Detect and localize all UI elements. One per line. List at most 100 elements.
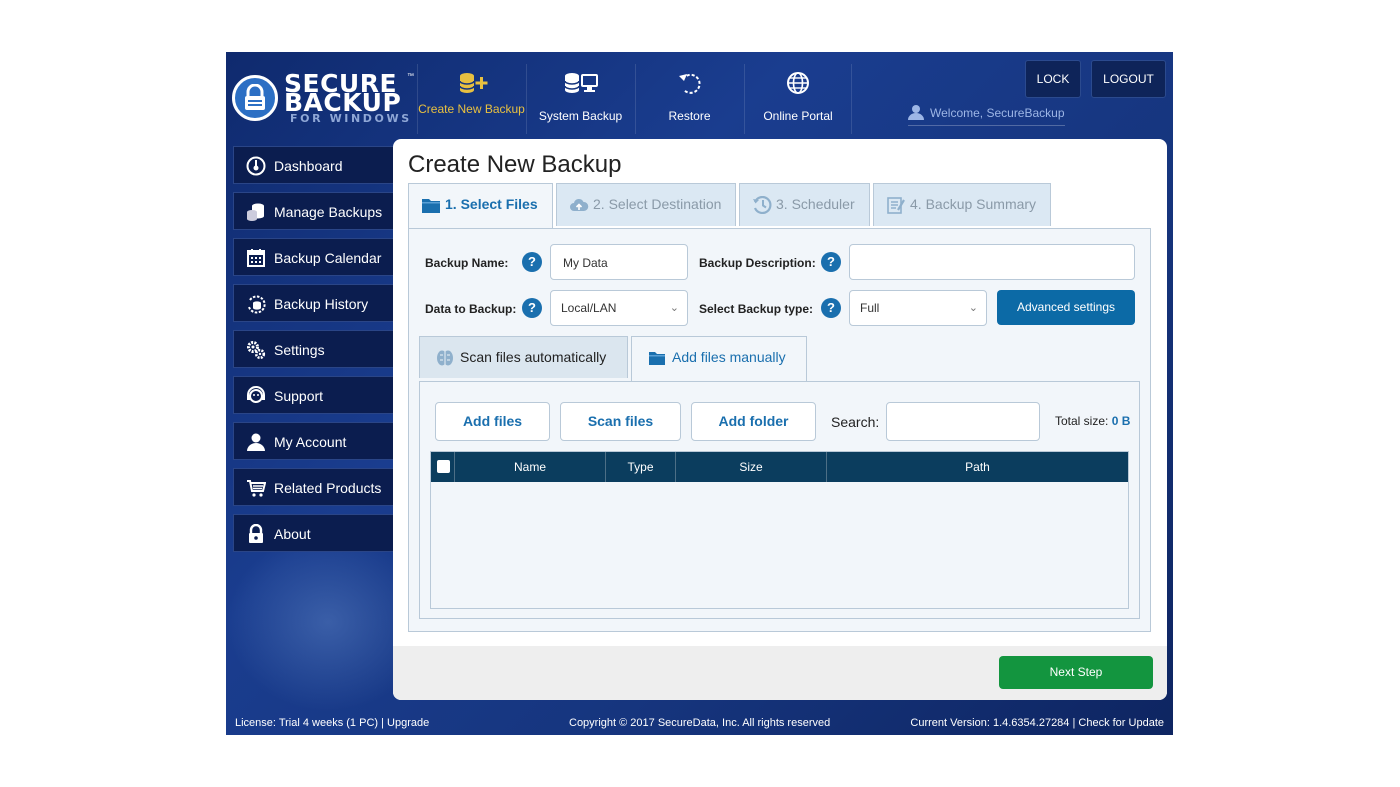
restore-icon: [678, 73, 701, 94]
cloud-icon: [570, 198, 589, 211]
nav-create-new-backup[interactable]: Create New Backup: [417, 64, 525, 134]
sidebar-item-dashboard[interactable]: Dashboard: [233, 146, 393, 184]
status-bar: License: Trial 4 weeks (1 PC) | Upgrade …: [226, 712, 1173, 735]
logo-text-backup: BACKUP: [284, 88, 402, 117]
backup-description-label: Backup Description:: [699, 256, 816, 270]
create-backup-icon: [458, 73, 487, 93]
lock-icon: [249, 524, 263, 543]
sidebar-item-label: Manage Backups: [274, 204, 383, 220]
sidebar-item-about[interactable]: About: [233, 514, 393, 552]
table-header: Name Type Size Path: [431, 452, 1128, 482]
welcome-text: Welcome, SecureBackup: [930, 106, 1065, 120]
sidebar-item-label: Support: [274, 388, 324, 404]
gears-icon: [247, 341, 266, 360]
sidebar-item-label: My Account: [274, 434, 347, 450]
search-input[interactable]: [886, 402, 1040, 441]
nav-restore[interactable]: Restore: [635, 64, 743, 134]
data-to-backup-help-icon[interactable]: ?: [522, 298, 542, 318]
nav-system-backup[interactable]: System Backup: [526, 64, 634, 134]
tab-label: Add files manually: [672, 349, 786, 365]
copyright-text: Copyright © 2017 SecureData, Inc. All ri…: [569, 717, 831, 729]
nav-label: Restore: [668, 109, 711, 123]
cart-icon: [247, 480, 266, 497]
lock-button[interactable]: LOCK: [1025, 60, 1081, 98]
tab-label: 2. Select Destination: [593, 196, 722, 212]
sidebar-item-label: About: [274, 526, 311, 542]
tab-scheduler[interactable]: 3. Scheduler: [739, 183, 870, 226]
main-panel: Create New Backup 1. Select Files 2. Sel…: [393, 139, 1167, 700]
backup-type-help-icon[interactable]: ?: [821, 298, 841, 318]
data-to-backup-label: Data to Backup:: [425, 302, 517, 316]
tab-select-destination[interactable]: 2. Select Destination: [556, 183, 736, 226]
backup-description-input[interactable]: [849, 244, 1135, 280]
sidebar-item-related-products[interactable]: Related Products: [233, 468, 393, 506]
backup-description-help-icon[interactable]: ?: [821, 252, 841, 272]
scan-files-button[interactable]: Scan files: [560, 402, 681, 441]
backup-type-select[interactable]: Full ⌄: [849, 290, 987, 326]
add-folder-button[interactable]: Add folder: [691, 402, 816, 441]
folder-icon: [422, 199, 440, 213]
page-title: Create New Backup: [408, 151, 622, 178]
sidebar-item-my-account[interactable]: My Account: [233, 422, 393, 460]
nav-online-portal[interactable]: Online Portal: [744, 64, 852, 134]
add-files-panel: Add files Scan files Add folder Search: …: [419, 381, 1140, 619]
column-header-name[interactable]: Name: [455, 452, 606, 482]
user-icon: [908, 105, 924, 120]
app-window: SECURE ™ BACKUP FOR WINDOWS Create New B…: [226, 52, 1173, 735]
logo-trademark: ™: [407, 73, 414, 80]
database-icon: [247, 203, 264, 221]
data-to-backup-value: Local/LAN: [561, 301, 617, 315]
chevron-down-icon: ⌄: [968, 302, 978, 314]
column-header-size[interactable]: Size: [676, 452, 827, 482]
sidebar-item-label: Related Products: [274, 480, 382, 496]
backup-name-help-icon[interactable]: ?: [522, 252, 542, 272]
column-header-type[interactable]: Type: [606, 452, 676, 482]
tab-label: Scan files automatically: [460, 349, 607, 365]
search-label: Search:: [831, 414, 880, 430]
select-all-checkbox[interactable]: [437, 460, 450, 473]
sidebar-item-support[interactable]: Support: [233, 376, 393, 414]
tab-backup-summary[interactable]: 4. Backup Summary: [873, 183, 1051, 226]
clock-icon: [753, 196, 772, 214]
version-info[interactable]: Current Version: 1.4.6354.27284 | Check …: [910, 712, 1164, 735]
add-files-button[interactable]: Add files: [435, 402, 550, 441]
history-icon: [248, 295, 266, 314]
tab-scan-files-automatically[interactable]: Scan files automatically: [419, 336, 628, 378]
backup-name-label: Backup Name:: [425, 256, 509, 270]
tab-label: 4. Backup Summary: [910, 196, 1037, 212]
column-header-path[interactable]: Path: [827, 452, 1128, 482]
chevron-down-icon: ⌄: [669, 302, 679, 314]
backup-name-input[interactable]: My Data: [550, 244, 688, 280]
sidebar-item-backup-calendar[interactable]: Backup Calendar: [233, 238, 393, 276]
tab-label: 1. Select Files: [445, 196, 538, 212]
app-logo: SECURE ™ BACKUP FOR WINDOWS: [232, 71, 418, 128]
sidebar-item-settings[interactable]: Settings: [233, 330, 393, 368]
backup-type-value: Full: [860, 301, 880, 315]
backup-type-label: Select Backup type:: [699, 302, 814, 316]
wizard-footer: Next Step: [393, 646, 1167, 700]
globe-icon: [787, 72, 809, 94]
sidebar-item-backup-history[interactable]: Backup History: [233, 284, 393, 322]
select-files-panel: Backup Name: ? My Data Backup Descriptio…: [408, 228, 1151, 632]
logout-button[interactable]: LOGOUT: [1091, 60, 1166, 98]
folder-icon: [649, 352, 665, 365]
nav-label: Online Portal: [763, 109, 833, 123]
next-step-button[interactable]: Next Step: [999, 656, 1153, 689]
summary-icon: [887, 197, 905, 214]
system-backup-icon: [563, 73, 598, 93]
headset-icon: [247, 386, 265, 403]
files-table: Name Type Size Path: [430, 451, 1129, 609]
advanced-settings-button[interactable]: Advanced settings: [997, 290, 1135, 325]
sidebar-item-label: Settings: [274, 342, 325, 358]
tab-select-files[interactable]: 1. Select Files: [408, 183, 553, 229]
welcome-user[interactable]: Welcome, SecureBackup: [908, 104, 1065, 126]
sidebar-item-label: Dashboard: [274, 158, 343, 174]
select-all-column: [431, 452, 455, 482]
data-to-backup-select[interactable]: Local/LAN ⌄: [550, 290, 688, 326]
tab-add-files-manually[interactable]: Add files manually: [631, 336, 807, 382]
total-size-text: Total size:: [1055, 414, 1112, 428]
sidebar-item-manage-backups[interactable]: Manage Backups: [233, 192, 393, 230]
nav-label: System Backup: [538, 109, 623, 123]
license-info[interactable]: License: Trial 4 weeks (1 PC) | Upgrade: [235, 712, 429, 735]
dashboard-icon: [246, 156, 266, 176]
